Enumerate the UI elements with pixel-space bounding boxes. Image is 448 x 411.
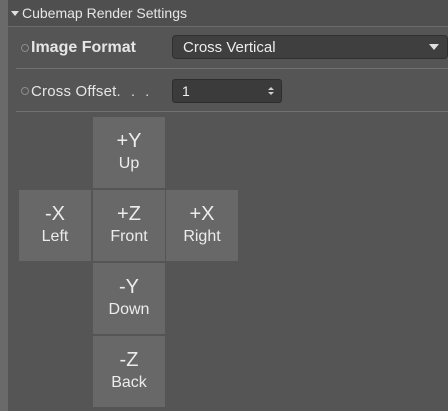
- face-negative-y[interactable]: -Y Down: [93, 263, 165, 334]
- section-title: Cubemap Render Settings: [22, 5, 187, 21]
- keyframe-dot-icon[interactable]: [21, 44, 29, 52]
- image-format-label: Image Format: [31, 39, 136, 56]
- face-name: Down: [108, 301, 150, 318]
- face-axis: -X: [45, 203, 65, 225]
- face-axis: +Y: [116, 130, 142, 152]
- face-name: Back: [111, 374, 147, 391]
- face-negative-x[interactable]: -X Left: [19, 190, 91, 261]
- face-name: Left: [41, 228, 69, 245]
- face-positive-z[interactable]: +Z Front: [93, 190, 165, 261]
- face-positive-y[interactable]: +Y Up: [93, 117, 165, 188]
- image-format-value: Cross Vertical: [183, 38, 276, 56]
- face-positive-x[interactable]: +X Right: [166, 190, 238, 261]
- face-negative-z[interactable]: -Z Back: [93, 336, 165, 407]
- divider: [16, 111, 448, 112]
- chevron-down-icon: [429, 44, 439, 50]
- cross-offset-stepper[interactable]: 1: [172, 79, 282, 103]
- face-name: Up: [118, 155, 140, 172]
- face-name: Front: [110, 228, 148, 245]
- face-name: Right: [183, 228, 221, 245]
- cross-offset-value: 1: [182, 83, 190, 99]
- spinner-arrows-icon[interactable]: [268, 87, 274, 95]
- face-axis: -Y: [119, 276, 139, 298]
- face-axis: -Z: [119, 349, 139, 371]
- section-header[interactable]: Cubemap Render Settings: [8, 0, 448, 27]
- image-format-dropdown[interactable]: Cross Vertical: [172, 35, 448, 59]
- collapse-arrow-icon[interactable]: [11, 10, 19, 16]
- divider: [16, 68, 448, 69]
- cross-offset-label: Cross Offset. . .: [31, 82, 153, 100]
- face-axis: +X: [189, 203, 215, 225]
- keyframe-dot-icon[interactable]: [21, 87, 29, 95]
- face-axis: +Z: [117, 203, 141, 225]
- cubemap-settings-panel: Cubemap Render Settings Image Format Cro…: [8, 0, 448, 411]
